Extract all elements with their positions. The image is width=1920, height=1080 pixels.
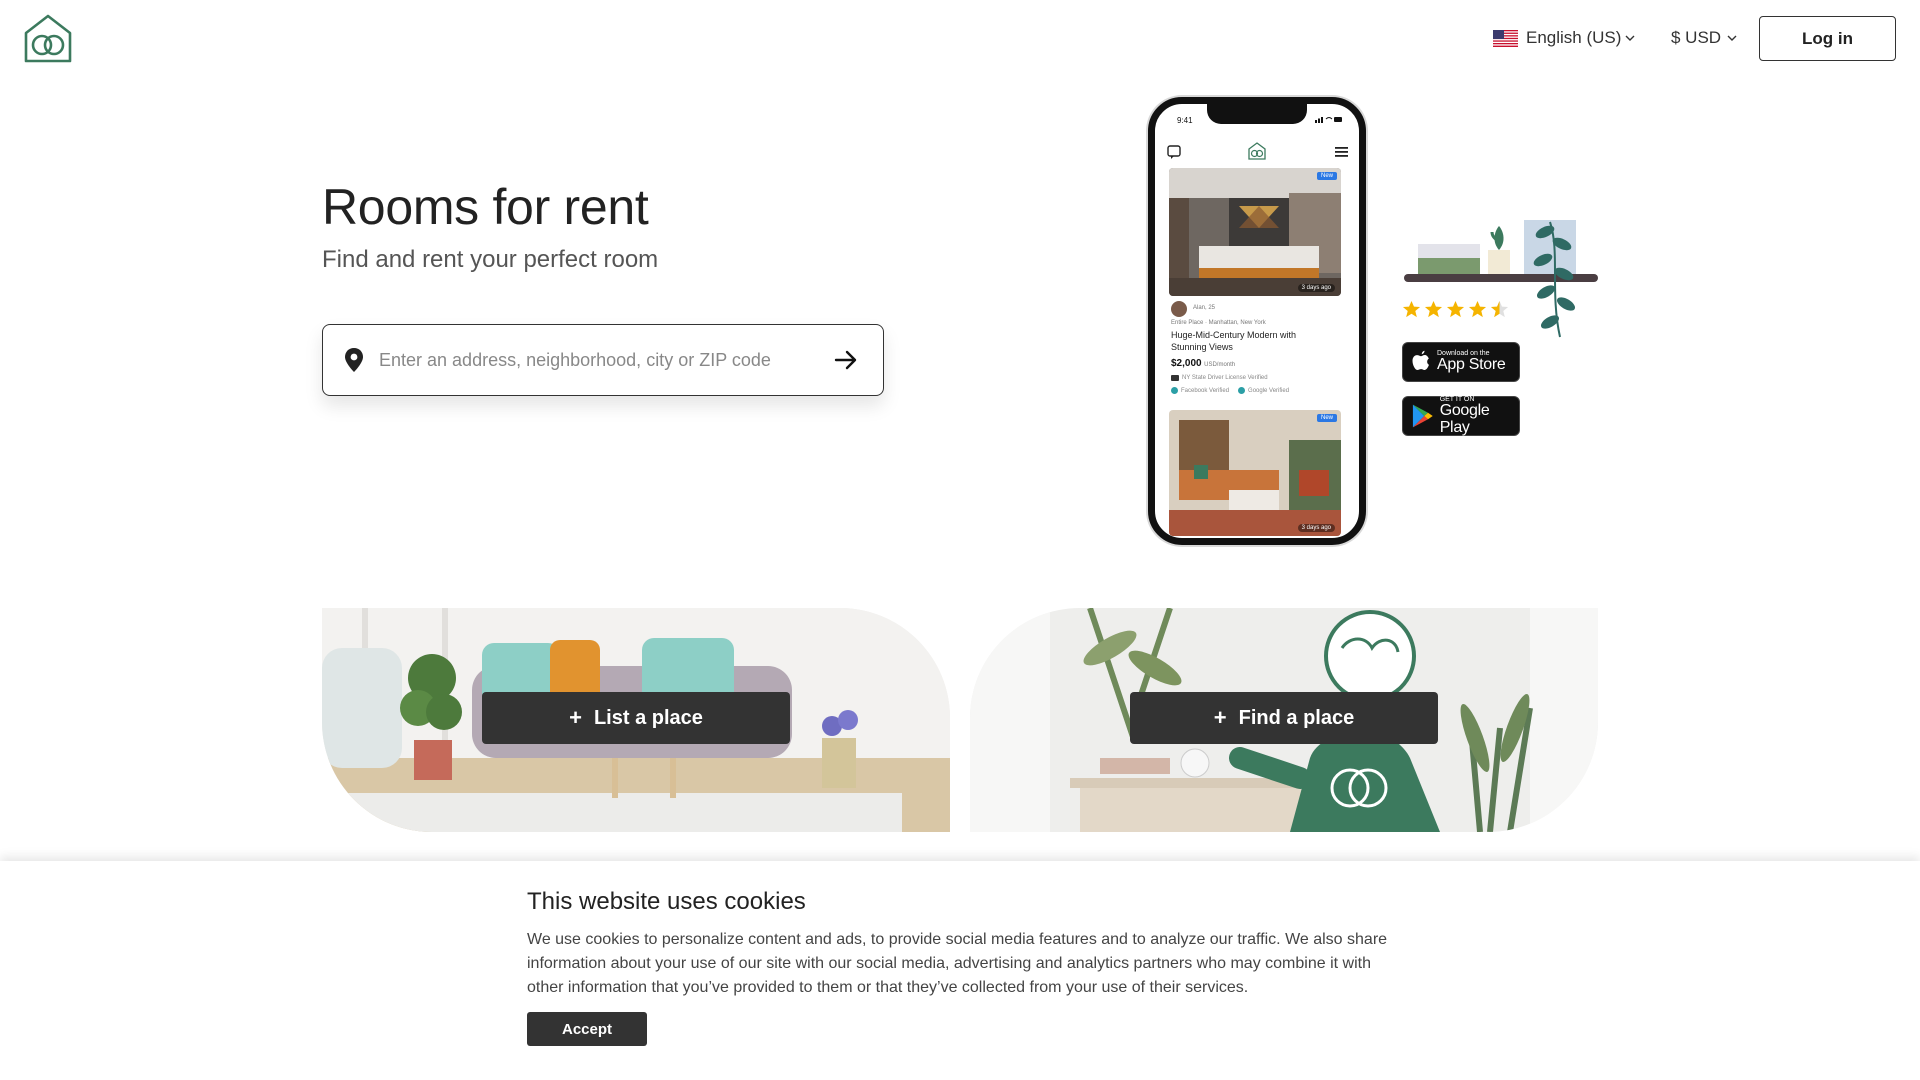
search-input[interactable] (379, 349, 833, 371)
shelf-plant-illustration (1404, 220, 1598, 338)
license-verified: NY State Driver License Verified (1171, 375, 1268, 381)
language-selector[interactable]: English (US) (1493, 28, 1635, 48)
id-card-icon (1171, 375, 1179, 381)
login-button[interactable]: Log in (1759, 16, 1896, 61)
apple-icon (1412, 350, 1429, 370)
chevron-down-icon (1625, 35, 1635, 41)
app-phone-preview: 9:41 New 3 days ago Alan, 25 Entire Plac… (1148, 97, 1366, 545)
phone-time: 9:41 (1177, 116, 1193, 125)
facebook-verified-label: Facebook Verified (1181, 387, 1230, 394)
star-icon (1468, 300, 1487, 318)
new-badge: New (1316, 172, 1337, 180)
search-box (322, 324, 884, 396)
listing-price: $2,000 (1171, 358, 1202, 369)
star-icon (1446, 300, 1465, 318)
find-place-button[interactable]: + Find a place (1130, 692, 1438, 744)
host-name: Alan, 25 (1193, 305, 1216, 312)
plus-icon: + (569, 705, 582, 730)
google-play-label: Google Play (1439, 401, 1490, 436)
google-verified-label: Google Verified (1248, 387, 1290, 394)
list-place-button[interactable]: + List a place (482, 692, 790, 744)
listing-photo-bedroom: New 3 days ago (1169, 168, 1341, 296)
chevron-down-icon (1727, 35, 1737, 41)
rating-stars (1402, 300, 1509, 319)
currency-label: $ USD (1671, 28, 1722, 47)
days-ago-badge: 3 days ago (1297, 524, 1335, 532)
signal-battery-icon (1315, 117, 1342, 123)
phone-notch (1207, 104, 1307, 124)
star-icon (1402, 300, 1421, 318)
host-row: Alan, 25 (1171, 301, 1215, 317)
page-title: Rooms for rent (322, 179, 649, 235)
google-check-icon (1238, 387, 1246, 394)
phone-app-header (1167, 142, 1348, 160)
cookie-text: We use cookies to personalize content an… (527, 931, 1388, 996)
house-heart-logo-icon[interactable] (22, 13, 74, 65)
social-verified: Facebook Verified Google Verified (1171, 387, 1289, 394)
license-verified-label: NY State Driver License Verified (1182, 375, 1268, 381)
google-play-icon (1412, 404, 1433, 428)
app-store-label: App Store (1437, 356, 1506, 374)
find-place-label: Find a place (1238, 706, 1355, 729)
plus-icon: + (1213, 705, 1227, 730)
list-place-card: + List a place (322, 608, 950, 832)
location-pin-icon (345, 348, 363, 372)
page-subtitle: Find and rent your perfect room (322, 246, 659, 273)
us-flag-icon (1493, 29, 1518, 47)
days-ago-badge: 3 days ago (1297, 284, 1335, 292)
currency-selector[interactable]: $ USD (1671, 28, 1737, 48)
listing-location: Entire Place · Manhattan, New York (1171, 320, 1266, 326)
accept-cookies-button[interactable]: Accept (527, 1012, 647, 1046)
avatar (1171, 301, 1187, 317)
listing-price-unit: USD/month (1204, 362, 1236, 368)
listing-photo-livingroom: New 3 days ago (1169, 410, 1341, 536)
star-icon (1424, 300, 1443, 318)
half-star-icon (1490, 300, 1509, 318)
new-badge: New (1316, 414, 1337, 422)
list-place-label: List a place (593, 706, 703, 729)
facebook-check-icon (1171, 387, 1178, 394)
find-place-card: + Find a place (970, 608, 1598, 832)
listing-price-row: $2,000 USD/month (1171, 357, 1235, 370)
app-store-button[interactable]: Download on the App Store (1402, 342, 1520, 382)
listing-title: Huge-Mid-Century Modern with Stunning Vi… (1171, 330, 1297, 352)
google-play-button[interactable]: GET IT ON Google Play (1402, 396, 1520, 436)
arrow-right-icon[interactable] (833, 349, 859, 371)
cookie-title: This website uses cookies (527, 888, 806, 915)
language-label: English (US) (1526, 28, 1622, 47)
